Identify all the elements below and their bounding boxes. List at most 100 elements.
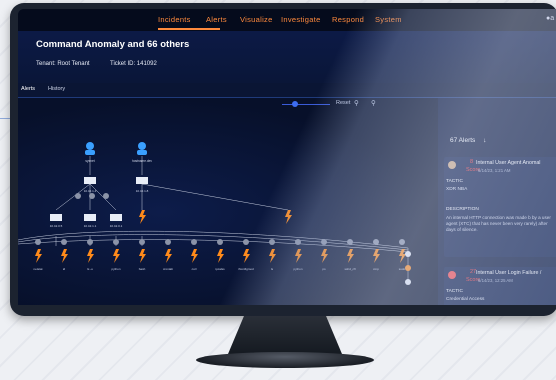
relation-badges <box>75 193 109 199</box>
alert-title: Internal User Agent Anomal <box>476 160 541 166</box>
relation-badge <box>347 239 353 245</box>
sub-tabs: Alerts History <box>18 83 556 97</box>
process-node[interactable] <box>347 249 354 263</box>
alerts-panel: 67 Alerts ↓ 8 Score Internal User Agent … <box>438 98 556 305</box>
process-label: ipcalss <box>215 267 225 271</box>
relation-badge <box>399 239 405 245</box>
graph-edges <box>18 156 409 283</box>
tactic-value: Credential Access <box>446 297 485 302</box>
process-label: bash <box>139 267 146 271</box>
process-label: netstat <box>33 267 42 271</box>
relation-badge <box>373 239 379 245</box>
incident-header: Command Anomaly and 66 others Tenant: Ro… <box>18 31 556 83</box>
process-node[interactable] <box>87 249 94 263</box>
relation-badge <box>243 239 249 245</box>
tab-investigate[interactable]: Investigate <box>281 15 321 24</box>
process-label: sudo <box>399 267 406 271</box>
alert-card[interactable]: 27 Score Internal User Login Failure / 6… <box>444 267 556 305</box>
sub-host-label-2: 10.42.1.1 <box>84 224 97 228</box>
alert-severity-icon <box>448 161 456 169</box>
process-node[interactable] <box>269 249 276 263</box>
process-label: python <box>293 267 302 271</box>
process-label: ls <box>271 267 274 271</box>
tab-incidents[interactable]: Incidents <box>158 15 191 24</box>
process-label: cmp <box>373 267 379 271</box>
alert-description: An internal HTTP connection was made b b… <box>446 215 551 233</box>
monitor-stand-base <box>196 352 374 368</box>
host-node-2[interactable] <box>136 177 148 184</box>
alert-card[interactable]: 8 Score Internal User Agent Anomal 6/14/… <box>444 157 556 257</box>
process-node-main[interactable] <box>139 210 146 224</box>
incident-title: Command Anomaly and 66 others <box>36 39 190 50</box>
process-node-right[interactable] <box>285 210 292 224</box>
process-node[interactable] <box>191 249 198 263</box>
tab-system[interactable]: System <box>375 15 402 24</box>
tab-respond[interactable]: Respond <box>332 15 364 24</box>
monitor-screen: Incidents Alerts Visualize Investigate R… <box>18 9 556 305</box>
chain-node-1[interactable] <box>405 251 411 257</box>
alert-date: 6/14/23, 12:25 AM <box>478 278 513 283</box>
process-label: id <box>63 267 66 271</box>
sub-host-node-1[interactable] <box>50 214 62 221</box>
process-label: crontab <box>163 267 173 271</box>
process-label: python <box>111 267 120 271</box>
alerts-count: 67 Alerts <box>450 137 476 144</box>
process-node[interactable] <box>113 249 120 263</box>
process-node[interactable] <box>165 249 172 263</box>
process-node[interactable] <box>373 249 380 263</box>
sub-host-label-3: 10.42.0.1 <box>110 224 123 228</box>
process-node[interactable] <box>61 249 68 263</box>
host-label-1: 10.42.1.4 <box>84 189 97 193</box>
process-label: sshd_cfl <box>344 267 355 271</box>
process-node[interactable] <box>243 249 250 263</box>
tab-visualize[interactable]: Visualize <box>240 15 273 24</box>
subtab-alerts[interactable]: Alerts <box>21 86 35 92</box>
right-chain <box>405 251 411 285</box>
sort-arrow-icon[interactable]: ↓ <box>483 137 486 144</box>
relation-badge <box>295 239 301 245</box>
graph-canvas: sysnet hostname.dev 10.42.1.4 10.42.1.8 … <box>18 142 411 285</box>
user-label-sysnet: sysnet <box>85 159 94 163</box>
monitor-stand-neck <box>228 316 342 354</box>
relation-badge <box>61 239 67 245</box>
process-label: ps <box>322 267 326 271</box>
sub-host-node-3[interactable] <box>110 214 122 221</box>
relation-badge <box>87 239 93 245</box>
user-menu[interactable]: ●a <box>546 15 554 22</box>
subtab-history[interactable]: History <box>48 86 65 92</box>
sub-host-node-2[interactable] <box>84 214 96 221</box>
tactic-label: TACTIC <box>446 179 463 184</box>
relation-badge <box>139 239 145 245</box>
relation-badge <box>35 239 41 245</box>
chain-node-2[interactable] <box>405 265 411 271</box>
alert-date: 6/14/23, 1:21 AM <box>478 168 511 173</box>
tenant-label: Tenant: Root Tenant <box>36 61 90 67</box>
process-label: curl <box>192 267 197 271</box>
top-navigation: Incidents Alerts Visualize Investigate R… <box>18 9 556 31</box>
relation-badge <box>165 239 171 245</box>
ticket-id: Ticket ID: 141092 <box>110 61 157 67</box>
tactic-label: TACTIC <box>446 289 463 294</box>
relation-badge <box>191 239 197 245</box>
host-node-1[interactable] <box>84 177 96 184</box>
alert-title: Internal User Login Failure / <box>476 270 542 276</box>
chain-node-3[interactable] <box>405 279 411 285</box>
user-node-sysnet[interactable] <box>85 142 95 155</box>
active-tab-indicator <box>158 28 220 30</box>
alert-score: 8 <box>470 159 474 165</box>
process-node[interactable] <box>35 249 42 263</box>
tab-alerts[interactable]: Alerts <box>206 15 227 24</box>
host-label-2: 10.42.1.8 <box>136 189 149 193</box>
process-node[interactable] <box>217 249 224 263</box>
process-node[interactable] <box>321 249 328 263</box>
process-node[interactable] <box>139 249 146 263</box>
description-label: DESCRIPTION <box>446 207 479 212</box>
process-node[interactable] <box>295 249 302 263</box>
user-label-hostname: hostname.dev <box>132 159 152 163</box>
relation-badge <box>321 239 327 245</box>
relation-badge <box>269 239 275 245</box>
user-node-hostname[interactable] <box>137 142 147 155</box>
user-label: a <box>550 15 555 22</box>
alerts-count-header: 67 Alerts ↓ <box>450 137 486 144</box>
attack-graph: Reset ⚲ ⚲ sysnet hostname.dev 10.42.1.4 … <box>18 98 428 305</box>
